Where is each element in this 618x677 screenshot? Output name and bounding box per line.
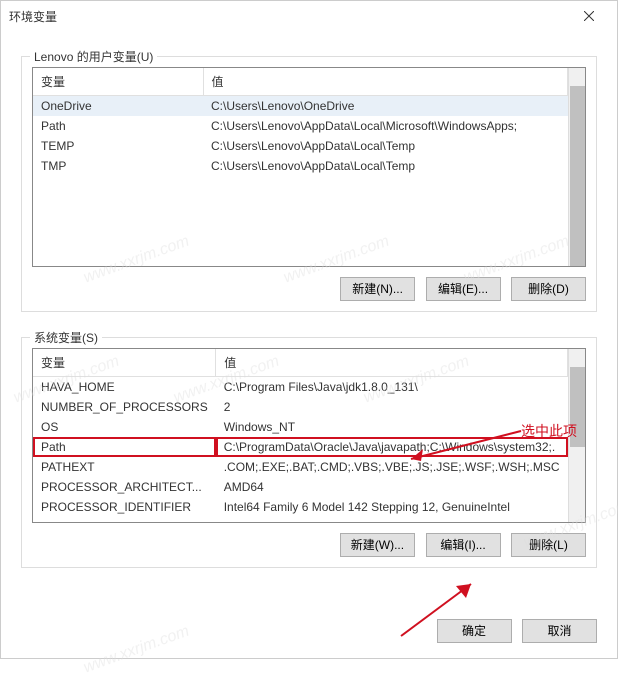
cell-variable: PROCESSOR_IDENTIFIER <box>33 497 216 517</box>
user-edit-button[interactable]: 编辑(E)... <box>426 277 501 301</box>
user-variables-group: Lenovo 的用户变量(U) 变量 值 OneDrive <box>21 56 597 312</box>
cell-variable: TEMP <box>33 136 203 156</box>
cell-value: C:\Users\Lenovo\AppData\Local\Temp <box>203 136 568 156</box>
cell-value: C:\Users\Lenovo\AppData\Local\Microsoft\… <box>203 116 568 136</box>
arrow-icon <box>401 421 531 466</box>
titlebar[interactable]: 环境变量 <box>1 1 617 31</box>
close-button[interactable] <box>569 1 609 31</box>
user-variables-table-container[interactable]: 变量 值 OneDrive C:\Users\Lenovo\OneDrive P… <box>32 67 586 267</box>
table-row[interactable]: Path C:\Users\Lenovo\AppData\Local\Micro… <box>33 116 568 136</box>
cell-value: C:\Users\Lenovo\AppData\Local\Temp <box>203 156 568 176</box>
cell-variable: Path <box>33 116 203 136</box>
table-row[interactable]: TMP C:\Users\Lenovo\AppData\Local\Temp <box>33 156 568 176</box>
scrollbar-thumb[interactable] <box>570 86 585 266</box>
system-edit-button[interactable]: 编辑(I)... <box>426 533 501 557</box>
table-row[interactable]: PROCESSOR_ARCHITECT... AMD64 <box>33 477 568 497</box>
watermark: www.xxrjm.com <box>81 623 192 677</box>
table-row[interactable]: NUMBER_OF_PROCESSORS 2 <box>33 397 568 417</box>
table-row[interactable]: HAVA_HOME C:\Program Files\Java\jdk1.8.0… <box>33 377 568 398</box>
cell-variable: PATHEXT <box>33 457 216 477</box>
user-new-button[interactable]: 新建(N)... <box>340 277 415 301</box>
cell-variable: TMP <box>33 156 203 176</box>
arrow-icon <box>396 576 486 641</box>
dialog-title: 环境变量 <box>9 8 569 25</box>
table-row[interactable]: PROCESSOR_IDENTIFIER Intel64 Family 6 Mo… <box>33 497 568 517</box>
cell-variable: PROCESSOR_ARCHITECT... <box>33 477 216 497</box>
env-variables-dialog: 环境变量 Lenovo 的用户变量(U) 变量 值 <box>0 0 618 659</box>
cell-variable: HAVA_HOME <box>33 377 216 398</box>
cell-value: C:\Program Files\Java\jdk1.8.0_131\ <box>216 377 568 398</box>
table-row[interactable]: TEMP C:\Users\Lenovo\AppData\Local\Temp <box>33 136 568 156</box>
user-scrollbar[interactable] <box>568 68 585 266</box>
user-delete-button[interactable]: 删除(D) <box>511 277 586 301</box>
system-button-row: 新建(W)... 编辑(I)... 删除(L) <box>32 533 586 557</box>
cell-value: 2 <box>216 397 568 417</box>
dialog-content: Lenovo 的用户变量(U) 变量 值 OneDrive <box>1 31 617 578</box>
cell-variable: NUMBER_OF_PROCESSORS <box>33 397 216 417</box>
system-new-button[interactable]: 新建(W)... <box>340 533 415 557</box>
system-delete-button[interactable]: 删除(L) <box>511 533 586 557</box>
user-header-variable[interactable]: 变量 <box>33 68 203 96</box>
cell-variable: OS <box>33 417 216 437</box>
arrow-to-edit-button <box>396 576 486 646</box>
cell-variable: Path <box>33 437 216 457</box>
close-icon <box>584 11 594 21</box>
user-header-value[interactable]: 值 <box>203 68 568 96</box>
system-header-variable[interactable]: 变量 <box>33 349 216 377</box>
system-group-label: 系统变量(S) <box>30 329 102 346</box>
user-group-label: Lenovo 的用户变量(U) <box>30 48 157 65</box>
user-variables-table[interactable]: 变量 值 OneDrive C:\Users\Lenovo\OneDrive P… <box>33 68 568 176</box>
cell-value: C:\Users\Lenovo\OneDrive <box>203 96 568 117</box>
cell-value: AMD64 <box>216 477 568 497</box>
system-header-value[interactable]: 值 <box>216 349 568 377</box>
cell-value: Intel64 Family 6 Model 142 Stepping 12, … <box>216 497 568 517</box>
user-button-row: 新建(N)... 编辑(E)... 删除(D) <box>32 277 586 301</box>
cell-variable: OneDrive <box>33 96 203 117</box>
cancel-button[interactable]: 取消 <box>522 619 597 643</box>
arrow-to-path-row <box>401 421 531 471</box>
table-row[interactable]: OneDrive C:\Users\Lenovo\OneDrive <box>33 96 568 117</box>
